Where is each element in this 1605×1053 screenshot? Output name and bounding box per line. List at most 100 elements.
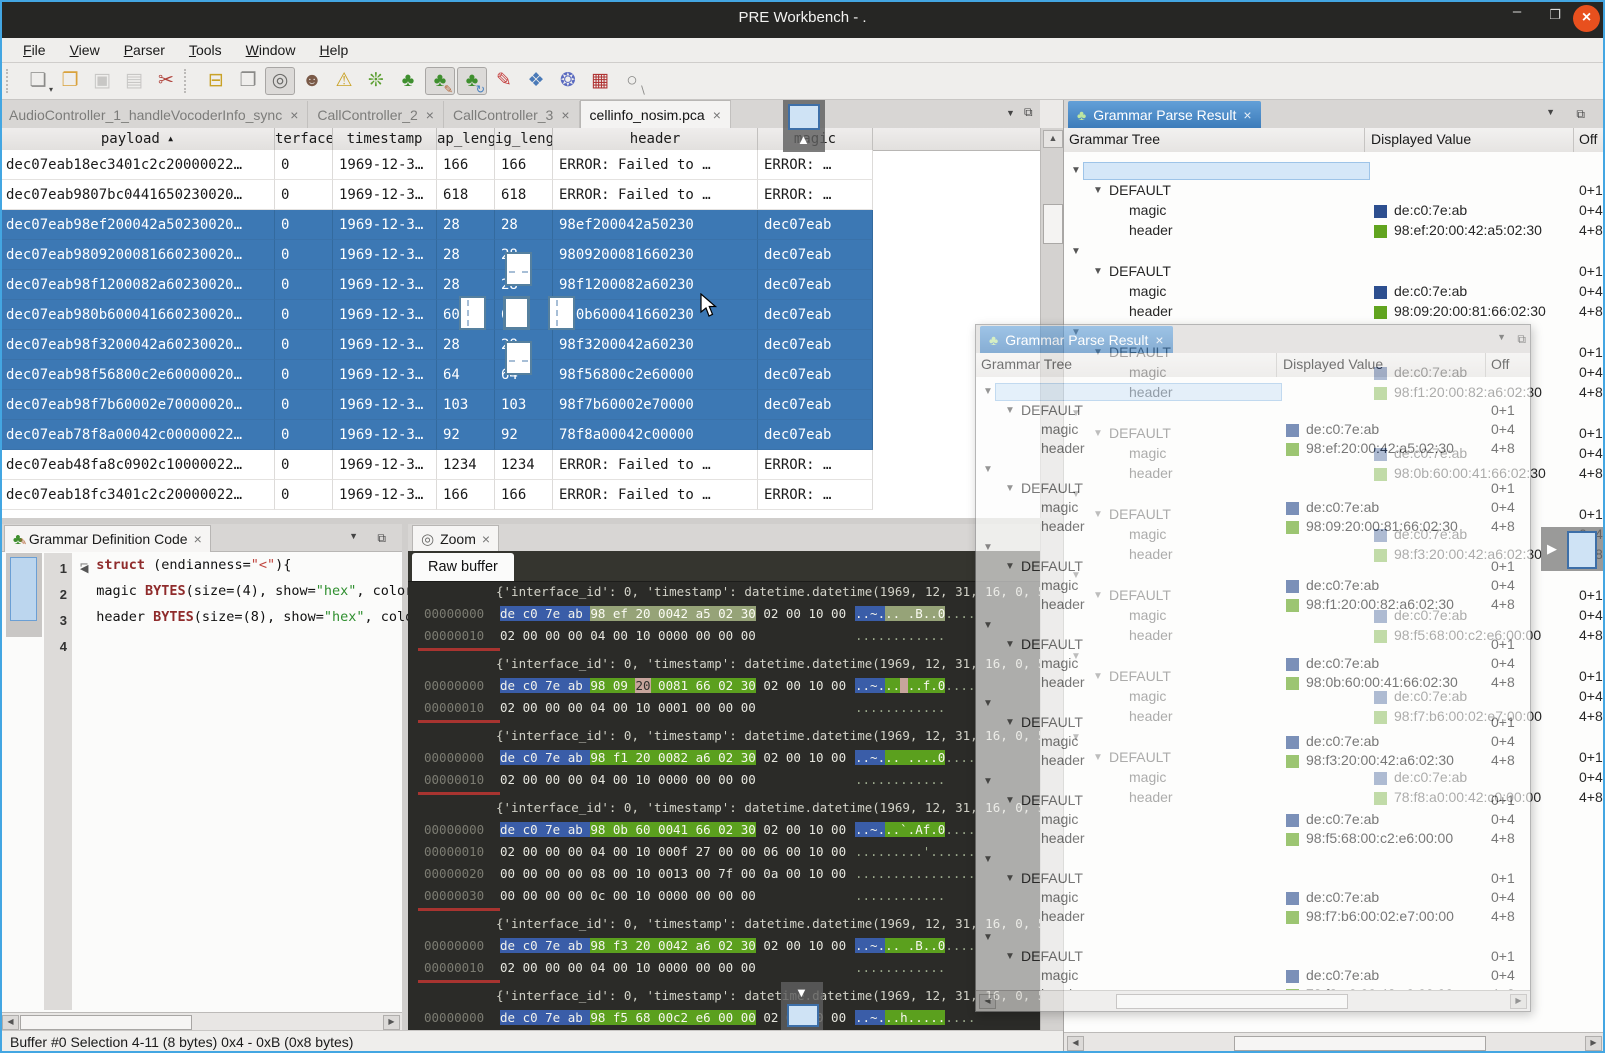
panel-dropdown-icon[interactable]: ▼ <box>1497 332 1506 342</box>
save-icon[interactable]: ▣ <box>87 67 117 95</box>
hex-bytes-group-b[interactable]: 00 00 00 00 <box>673 772 756 787</box>
cell-orig-length[interactable]: 166 <box>495 150 553 180</box>
hex-line[interactable]: 0000002000 00 00 00 08 00 10 0013 00 7f … <box>408 863 1040 885</box>
cell-cap-length[interactable]: 166 <box>437 480 495 510</box>
cell-magic[interactable]: dec07eab <box>758 390 873 420</box>
tree-root-row[interactable]: ▼ <box>1064 243 1605 262</box>
menu-item-window[interactable]: Window <box>235 40 307 60</box>
cell-magic[interactable]: dec07eab <box>758 420 873 450</box>
chevron-down-icon[interactable]: ▼ <box>983 932 993 943</box>
table-row[interactable]: dec07eab98f1200082a60230020…01969-12-3…2… <box>0 270 873 300</box>
panel-dropdown-icon[interactable]: ▼ <box>349 531 358 541</box>
cell-cap-length[interactable]: 28 <box>437 210 495 240</box>
cell-interface[interactable]: 0 <box>275 420 333 450</box>
column-displayed-value[interactable]: Displayed Value <box>1283 356 1383 372</box>
tree-sync-icon[interactable]: ♣↻ <box>457 67 487 95</box>
cell-header[interactable]: ERROR: Failed to … <box>553 480 758 510</box>
shield-search-icon[interactable]: ❂ <box>553 67 583 95</box>
maximize-button[interactable]: ❐ <box>1543 7 1567 23</box>
tree-magic-row[interactable]: magicde:c0:7e:ab0+4 <box>976 421 1530 440</box>
hex-ascii[interactable]: ............ <box>855 885 945 907</box>
tree-root-row[interactable]: ▼ <box>976 539 1530 558</box>
column-displayed-value[interactable]: Displayed Value <box>1371 131 1471 147</box>
hex-bytes-group-b[interactable]: 13 00 7f 00 0a 00 10 00 <box>673 866 846 881</box>
table-row[interactable]: dec07eab18fc3401c2c20000022…01969-12-3…1… <box>0 480 873 510</box>
chevron-down-icon[interactable]: ▼ <box>1005 873 1015 884</box>
cell-interface[interactable]: 0 <box>275 390 333 420</box>
tree-header-row[interactable]: header98:0b:60:00:41:66:02:304+8 <box>976 674 1530 693</box>
tree-header-row[interactable]: header98:09:20:00:81:66:02:304+8 <box>976 518 1530 537</box>
cell-timestamp[interactable]: 1969-12-3… <box>333 480 437 510</box>
hex-bytes-group-b[interactable]: 82 a6 02 30 02 00 10 00 <box>673 750 846 765</box>
minimap-strip[interactable] <box>6 553 42 637</box>
cell-interface[interactable]: 0 <box>275 300 333 330</box>
menu-item-view[interactable]: View <box>59 40 111 60</box>
tree-node-row[interactable]: ▼DEFAULT0+1 <box>976 792 1530 811</box>
tree-magic-row[interactable]: magicde:c0:7e:ab0+4 <box>976 889 1530 908</box>
chevron-down-icon[interactable]: ▼ <box>983 386 993 397</box>
table-row[interactable]: dec07eab98f3200042a60230020…01969-12-3…2… <box>0 330 873 360</box>
cell-orig-length[interactable]: 103 <box>495 390 553 420</box>
tree-node-row[interactable]: ▼DEFAULT0+1 <box>976 558 1530 577</box>
cell-payload[interactable]: dec07eab18fc3401c2c20000022… <box>0 480 275 510</box>
window-layout-icon[interactable]: ❖ <box>521 67 551 95</box>
tree-root-row[interactable]: ▼ <box>1064 162 1605 181</box>
hex-bytes-group-a[interactable]: 02 00 00 00 04 00 10 00 <box>500 769 673 791</box>
stacked-windows-icon[interactable]: ❐ <box>233 67 263 95</box>
cell-timestamp[interactable]: 1969-12-3… <box>333 420 437 450</box>
scroll-left-icon[interactable]: ◀ <box>979 994 996 1009</box>
scrollbar-thumb[interactable] <box>1234 1036 1486 1051</box>
cell-header[interactable]: 98f1200082a60230 <box>553 270 758 300</box>
cell-timestamp[interactable]: 1969-12-3… <box>333 360 437 390</box>
hex-line[interactable]: 0000001002 00 00 00 04 00 10 0000 00 00 … <box>408 625 1040 647</box>
table-row[interactable]: dec07eab78f8a00042c00000022…01969-12-3…9… <box>0 420 873 450</box>
tree-edit-icon[interactable]: ♣✎ <box>425 67 455 95</box>
tree-node-row[interactable]: ▼DEFAULT0+1 <box>976 714 1530 733</box>
hex-bytes-group-a[interactable]: 00 00 00 00 0c 00 10 00 <box>500 885 673 907</box>
tree-header-row[interactable]: header98:ef:20:00:42:a5:02:304+8 <box>1064 222 1605 241</box>
tab-float-icon[interactable]: ⧉ <box>1024 105 1033 120</box>
cell-magic[interactable]: dec07eab <box>758 300 873 330</box>
cell-payload[interactable]: dec07eab9809200081660230020… <box>0 240 275 270</box>
scrollbar-thumb[interactable] <box>20 1015 192 1030</box>
minimize-button[interactable]: – <box>1505 3 1529 20</box>
cell-payload[interactable]: dec07eab98f56800c2e60000020… <box>0 360 275 390</box>
hex-bytes-group-b[interactable]: 0f 27 00 00 06 00 10 00 <box>673 844 846 859</box>
cell-magic[interactable]: ERROR: … <box>758 450 873 480</box>
floating-grammar-parse-result[interactable]: ♣ Grammar Parse Result × ▼ ⧉ Grammar Tre… <box>975 324 1531 1012</box>
table-row[interactable]: dec07eab48fa8c0902c10000022…01969-12-3…1… <box>0 450 873 480</box>
cell-header[interactable]: 98f7b60002e70000 <box>553 390 758 420</box>
scroll-left-icon[interactable]: ◀ <box>2 1015 19 1030</box>
cell-cap-length[interactable]: 28 <box>437 330 495 360</box>
cell-interface[interactable]: 0 <box>275 240 333 270</box>
tools-icon[interactable]: ✂ <box>151 67 181 95</box>
cell-interface[interactable]: 0 <box>275 270 333 300</box>
hex-dump-view[interactable]: {'interface_id': 0, 'timestamp': datetim… <box>408 581 1040 1030</box>
cell-header[interactable]: 980b600041660230 <box>553 300 758 330</box>
cell-payload[interactable]: dec07eab980b600041660230020… <box>0 300 275 330</box>
close-icon[interactable]: × <box>713 107 721 123</box>
hex-line[interactable]: 0000001002 00 00 00 04 00 10 000f 27 00 … <box>408 841 1040 863</box>
cell-magic[interactable]: dec07eab <box>758 360 873 390</box>
hex-bytes-group-b[interactable]: 42 a5 02 30 02 00 10 00 <box>673 606 846 621</box>
cell-payload[interactable]: dec07eab98ef200042a50230020… <box>0 210 275 240</box>
hex-ascii[interactable]: ................ <box>855 863 975 885</box>
tree-root-row[interactable]: ▼ <box>976 461 1530 480</box>
close-button[interactable]: × <box>1573 5 1600 32</box>
close-icon[interactable]: × <box>290 107 298 123</box>
cell-cap-length[interactable]: 618 <box>437 180 495 210</box>
cell-header[interactable]: 9809200081660230 <box>553 240 758 270</box>
tab-grammar-parse-result[interactable]: ♣ Grammar Parse Result × <box>1068 101 1261 128</box>
tree-root-row[interactable]: ▼ <box>976 383 1530 402</box>
cell-orig-length[interactable]: 92 <box>495 420 553 450</box>
cell-magic[interactable]: dec07eab <box>758 330 873 360</box>
debug-bug-icon[interactable]: ❊ <box>361 67 391 95</box>
menu-item-file[interactable]: File <box>12 40 57 60</box>
chevron-down-icon[interactable]: ▼ <box>1005 639 1015 650</box>
column-header-timestamp[interactable]: timestamp <box>333 128 437 150</box>
scroll-right-icon[interactable]: ▶ <box>383 1015 400 1030</box>
minimap-viewport[interactable] <box>10 557 37 621</box>
hex-bytes-group-a[interactable]: 00 00 00 00 08 00 10 00 <box>500 863 673 885</box>
cell-magic[interactable]: dec07eab <box>758 210 873 240</box>
tree-structure-icon[interactable]: ⊟ <box>201 67 231 95</box>
